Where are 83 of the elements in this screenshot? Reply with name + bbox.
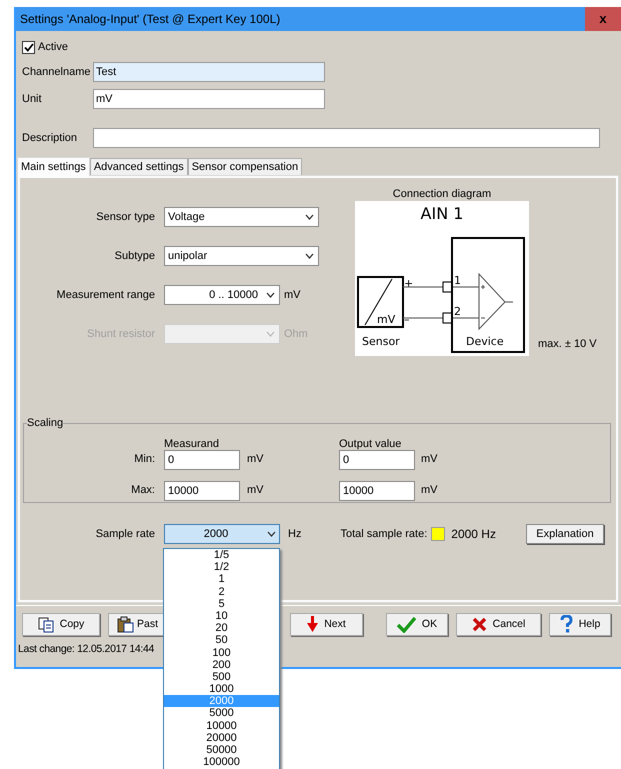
dialog-button[interactable]: Help	[549, 613, 611, 636]
tab[interactable]: Main settings	[17, 157, 90, 176]
text-field[interactable]: 0	[339, 450, 415, 470]
sample-rate-label: Sample rate	[94, 526, 155, 542]
unit-label: mV	[247, 483, 264, 498]
arrow-down-icon	[307, 616, 318, 633]
window-title: Settings 'Analog-Input' (Test @ Expert Key 100L)	[19, 11, 280, 28]
chevron-down-icon	[305, 253, 314, 259]
text-field[interactable]: 10000	[164, 480, 240, 500]
dropdown-option[interactable]: 1/5	[164, 549, 279, 562]
clipboard-icon	[117, 616, 134, 633]
total-rate-label: Total sample rate:	[340, 526, 428, 542]
text-field[interactable]: Test	[93, 62, 325, 82]
field-label: Unit	[22, 92, 43, 107]
dropdown-option[interactable]: 200	[164, 658, 279, 671]
column-header: Output value	[339, 436, 402, 452]
dialog-button[interactable]: Copy	[22, 613, 100, 636]
dropdown-option[interactable]: 5	[164, 598, 279, 610]
status-text: Last change: 12.05.2017 14:44	[18, 642, 154, 657]
dropdown-option[interactable]: 5000	[164, 707, 279, 720]
dropdown-option[interactable]: 10000	[164, 720, 279, 732]
copy-icon	[38, 616, 54, 632]
unit-label: mV	[421, 452, 438, 468]
text-field[interactable]	[93, 128, 600, 148]
explanation-button[interactable]: Explanation	[526, 524, 604, 544]
minus-sign: –	[404, 313, 410, 326]
unit-label: Hz	[288, 526, 302, 542]
dialog-button[interactable]: Next	[290, 613, 363, 636]
dropdown-option[interactable]: 100	[164, 646, 279, 659]
sensor-unit: mV	[377, 313, 396, 326]
dropdown-option[interactable]: 1000	[164, 683, 279, 696]
sensor-icon	[357, 276, 404, 328]
close-button[interactable]: x	[585, 7, 621, 31]
tab[interactable]: Advanced settings	[90, 158, 188, 175]
setting-label: Measurement range	[56, 288, 155, 303]
dialog-button[interactable]: Cancel	[456, 613, 541, 636]
dropdown-field[interactable]: Voltage	[164, 207, 319, 227]
text-field[interactable]: 10000	[339, 480, 415, 500]
sample-rate-select[interactable]: 2000	[164, 524, 280, 544]
check-icon	[396, 616, 416, 633]
dropdown-option[interactable]: 50000	[164, 744, 279, 756]
x-icon	[472, 617, 487, 632]
dropdown-option[interactable]: 2	[164, 586, 279, 598]
column-header: Measurand	[164, 436, 220, 452]
chevron-down-icon	[266, 331, 275, 337]
sensor-label: Sensor	[362, 335, 400, 348]
chevron-down-icon	[267, 531, 276, 537]
pin-label: 2	[454, 305, 461, 318]
device-label: Device	[466, 335, 504, 348]
dialog-button[interactable]: OK	[386, 613, 448, 636]
tab[interactable]: Sensor compensation	[188, 158, 302, 175]
field-label: Description	[22, 130, 78, 146]
dropdown-field[interactable]: unipolar	[164, 246, 319, 266]
field-label: Channelname	[22, 64, 92, 80]
channel-label: AIN 1	[420, 204, 464, 223]
text-field[interactable]: 0	[164, 450, 240, 470]
total-rate-value: 2000 Hz	[451, 526, 496, 543]
active-checkbox[interactable]	[22, 40, 35, 54]
pin-label: 1	[454, 274, 461, 287]
chevron-down-icon	[305, 214, 314, 220]
dropdown-option[interactable]: 50	[164, 634, 279, 646]
dropdown-option[interactable]: 1/2	[164, 561, 279, 574]
dropdown-option[interactable]: 100000	[164, 756, 279, 768]
plus-sign: +	[404, 277, 414, 290]
dropdown-option[interactable]: 500	[164, 670, 279, 684]
dropdown-option[interactable]: 20000	[164, 732, 279, 744]
amplifier-icon	[478, 272, 514, 330]
dropdown-field[interactable]: 0 .. 10000	[164, 285, 280, 305]
unit-label: mV	[421, 483, 438, 498]
unit-label: mV	[247, 452, 264, 468]
row-label: Min:	[133, 452, 155, 468]
text-field[interactable]: mV	[93, 89, 325, 109]
help-icon	[560, 615, 573, 634]
unit-label: mV	[284, 288, 300, 303]
checkbox-label: Active	[38, 40, 68, 55]
dropdown-option[interactable]: 1	[164, 573, 279, 586]
chevron-down-icon	[266, 292, 275, 298]
setting-label: Sensor type	[95, 210, 155, 225]
group-title: Scaling	[27, 415, 64, 432]
setting-label: Subtype	[114, 248, 155, 264]
row-label: Max:	[130, 483, 155, 498]
diagram-title: Connection diagram	[392, 188, 492, 200]
voltage-limit: max. ± 10 V	[538, 336, 597, 352]
